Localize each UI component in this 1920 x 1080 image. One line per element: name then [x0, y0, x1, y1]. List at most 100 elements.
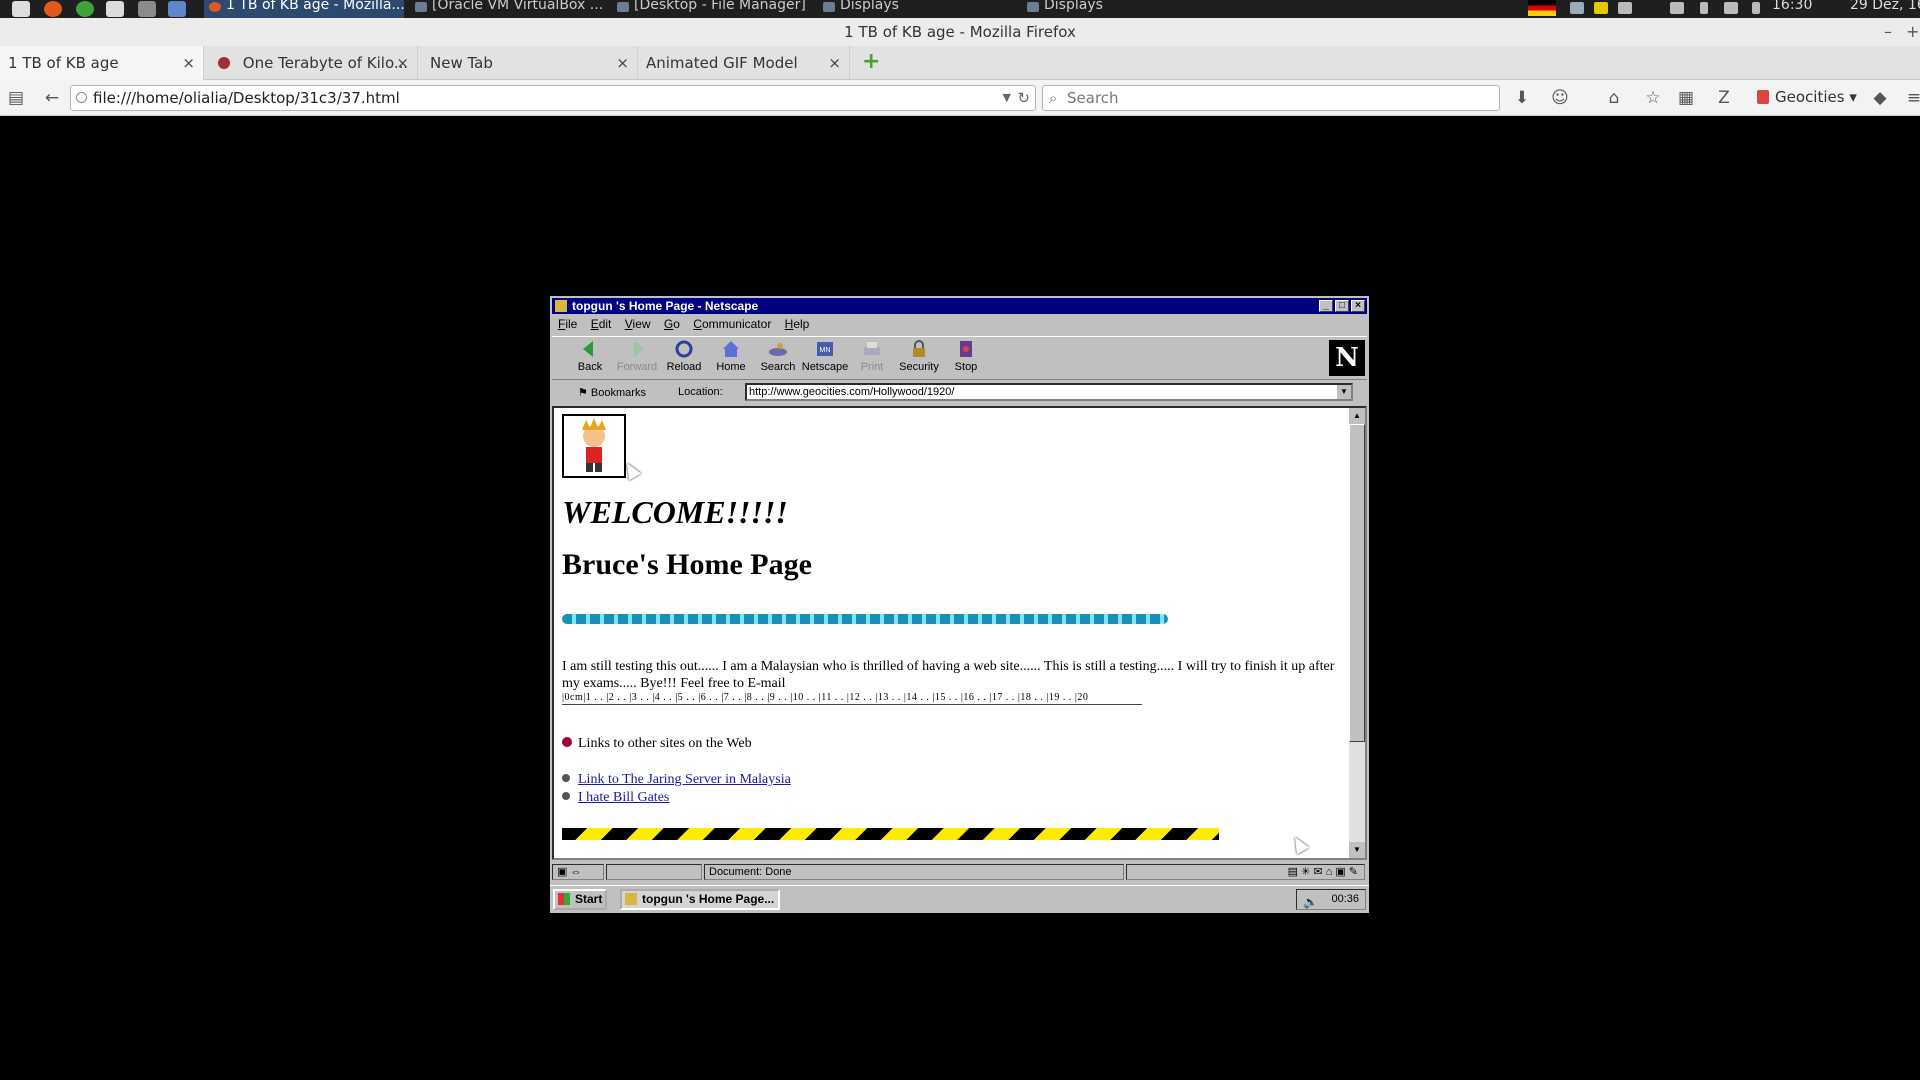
location-input[interactable]: http://www.geocities.com/Hollywood/1920/… — [745, 383, 1353, 401]
pocket-icon[interactable]: ◆ — [1870, 88, 1890, 108]
location-url[interactable]: http://www.geocities.com/Hollywood/1920/ — [749, 386, 954, 398]
downloads-icon[interactable]: ⬇ — [1512, 88, 1532, 108]
tab-animated-gif-model[interactable]: Animated GIF Model × — [638, 46, 850, 80]
maximize-icon[interactable]: □ — [1335, 300, 1349, 312]
security-button[interactable]: Security — [893, 339, 945, 379]
wifi-icon[interactable] — [1670, 2, 1684, 14]
task-label: Displays — [1044, 0, 1103, 13]
search-input[interactable]: ⌕ Search — [1042, 85, 1500, 111]
close-tab-icon[interactable]: × — [616, 46, 629, 80]
scroll-up-icon[interactable]: ▲ — [1349, 408, 1365, 424]
battery-icon[interactable] — [1700, 2, 1708, 14]
taskbar-item-file-manager[interactable]: [Desktop - File Manager] — [612, 0, 812, 18]
mail-icon[interactable] — [1724, 2, 1738, 14]
vertical-scrollbar[interactable]: ▲ ▼ — [1349, 408, 1365, 858]
reload-button[interactable]: Reload — [658, 339, 710, 379]
bookmarks-button[interactable]: ⚑ Bookmarks — [578, 386, 646, 399]
netscape-throbber-logo[interactable]: N — [1329, 340, 1365, 376]
notes-icon[interactable] — [1594, 2, 1608, 14]
history-dropdown-icon[interactable]: ▼ — [1003, 86, 1011, 110]
component-bar-icons[interactable]: ▤ ✳ ✉ ⌂ ▣ ✎ — [1126, 864, 1365, 880]
navigation-toolbar: ▤ ← file:///home/olialia/Desktop/31c3/37… — [0, 80, 1920, 116]
tab-1tb-of-kb-age[interactable]: 1 TB of KB age × — [0, 46, 204, 80]
firefox-launcher-icon[interactable] — [44, 1, 62, 17]
forward-button[interactable]: Forward — [611, 339, 663, 379]
back-icon[interactable]: ← — [42, 88, 62, 108]
search-button[interactable]: Search — [752, 339, 804, 379]
scroll-thumb[interactable] — [1349, 424, 1365, 742]
status-text: Document: Done — [704, 864, 1124, 880]
link-jaring-server[interactable]: Link to The Jaring Server in Malaysia — [578, 772, 791, 787]
link-bill-gates[interactable]: I hate Bill Gates — [578, 790, 669, 805]
tray-clock[interactable]: 00:36 — [1331, 893, 1359, 905]
maximize-icon[interactable]: + — [1906, 18, 1919, 46]
panel-date[interactable]: 29 Dez, 16 — [1850, 0, 1920, 18]
list-item: Link to The Jaring Server in Malaysia — [562, 772, 791, 788]
taskbar-item-netscape[interactable]: topgun 's Home Page... — [620, 889, 780, 910]
taskbar-item-virtualbox[interactable]: [Oracle VM VirtualBox ... — [410, 0, 610, 18]
germany-flag-icon[interactable] — [1528, 0, 1556, 16]
speaker-icon[interactable]: 🔈 — [1303, 893, 1318, 912]
bluetooth-icon[interactable] — [1570, 2, 1584, 14]
close-tab-icon[interactable]: × — [182, 46, 195, 80]
tab-one-terabyte[interactable]: One Terabyte of Kilo... × — [204, 46, 418, 80]
menu-icon[interactable]: ≡ — [1904, 88, 1920, 108]
close-icon[interactable]: × — [1351, 300, 1365, 312]
site-identity-icon[interactable] — [76, 92, 87, 103]
menu-communicator[interactable]: Communicator — [693, 315, 771, 334]
app-menu-icon[interactable] — [12, 1, 30, 17]
task-label: [Desktop - File Manager] — [634, 0, 806, 13]
start-button[interactable]: Start — [553, 889, 607, 910]
menu-edit[interactable]: Edit — [591, 315, 612, 334]
document-launcher-icon[interactable] — [168, 1, 186, 17]
tab-new-tab[interactable]: New Tab × — [418, 46, 638, 80]
home-icon[interactable]: ⌂ — [1604, 88, 1624, 108]
taskbar-item-displays-1[interactable]: Displays — [818, 0, 1018, 18]
folder-task-icon — [617, 2, 629, 12]
location-dropdown-icon[interactable]: ▼ — [1337, 385, 1351, 399]
list-item: I hate Bill Gates — [562, 790, 669, 806]
bluetooth-tray-icon[interactable] — [1752, 2, 1760, 14]
mail-launcher-icon[interactable] — [106, 1, 124, 17]
url-bar[interactable]: file:///home/olialia/Desktop/31c3/37.htm… — [70, 85, 1036, 111]
minimize-icon[interactable]: – — [1884, 18, 1892, 46]
tab-label: New Tab — [430, 54, 493, 72]
menu-go[interactable]: Go — [664, 315, 680, 334]
os-top-panel: 1 TB of KB age - Mozilla... [Oracle VM V… — [0, 0, 1920, 18]
chrome-launcher-icon[interactable] — [76, 1, 94, 17]
close-tab-icon[interactable]: × — [396, 46, 409, 80]
taskbar-item-firefox[interactable]: 1 TB of KB age - Mozilla... — [204, 0, 404, 18]
toolbar-label: Print — [860, 361, 884, 373]
menu-help[interactable]: Help — [785, 315, 810, 334]
addon-icon[interactable]: ☺ — [1550, 88, 1570, 108]
geocities-bookmark-menu[interactable]: Geocities ▾ — [1757, 88, 1857, 106]
zotero-icon[interactable]: Z — [1714, 88, 1734, 108]
panel-clock[interactable]: 16:30 — [1772, 0, 1812, 18]
back-button[interactable]: Back — [564, 339, 616, 379]
editor-launcher-icon[interactable] — [138, 1, 156, 17]
search-icon — [769, 343, 787, 356]
scroll-down-icon[interactable]: ▼ — [1349, 842, 1365, 858]
home-button[interactable]: Home — [705, 339, 757, 379]
security-status-icon[interactable]: ▣ ⇔ — [552, 864, 604, 880]
print-button[interactable]: Print — [846, 339, 898, 379]
netscape-button[interactable]: MN Netscape — [799, 339, 851, 379]
url-text[interactable]: file:///home/olialia/Desktop/31c3/37.htm… — [93, 89, 400, 107]
sidebar-toggle-icon[interactable]: ▤ — [6, 88, 26, 108]
netscape-task-icon — [625, 893, 637, 905]
close-tab-icon[interactable]: × — [828, 46, 841, 80]
reload-icon — [675, 340, 693, 358]
reload-icon[interactable]: ↻ — [1017, 86, 1030, 110]
stop-button[interactable]: Stop — [940, 339, 992, 379]
menu-view[interactable]: View — [625, 315, 651, 334]
menu-file[interactable]: File — [558, 315, 577, 334]
forward-arrow-icon — [634, 341, 644, 357]
network-icon[interactable] — [1618, 2, 1632, 14]
minimize-icon[interactable]: _ — [1319, 300, 1333, 312]
netscape-title: topgun 's Home Page - Netscape — [572, 299, 759, 313]
bookmark-star-icon[interactable]: ☆ — [1643, 88, 1663, 108]
reading-list-icon[interactable]: ▦ — [1676, 88, 1696, 108]
taskbar-item-displays-2[interactable]: Displays — [1022, 0, 1222, 18]
new-tab-plus-icon[interactable]: + — [862, 51, 880, 73]
task-label: [Oracle VM VirtualBox ... — [432, 0, 604, 13]
